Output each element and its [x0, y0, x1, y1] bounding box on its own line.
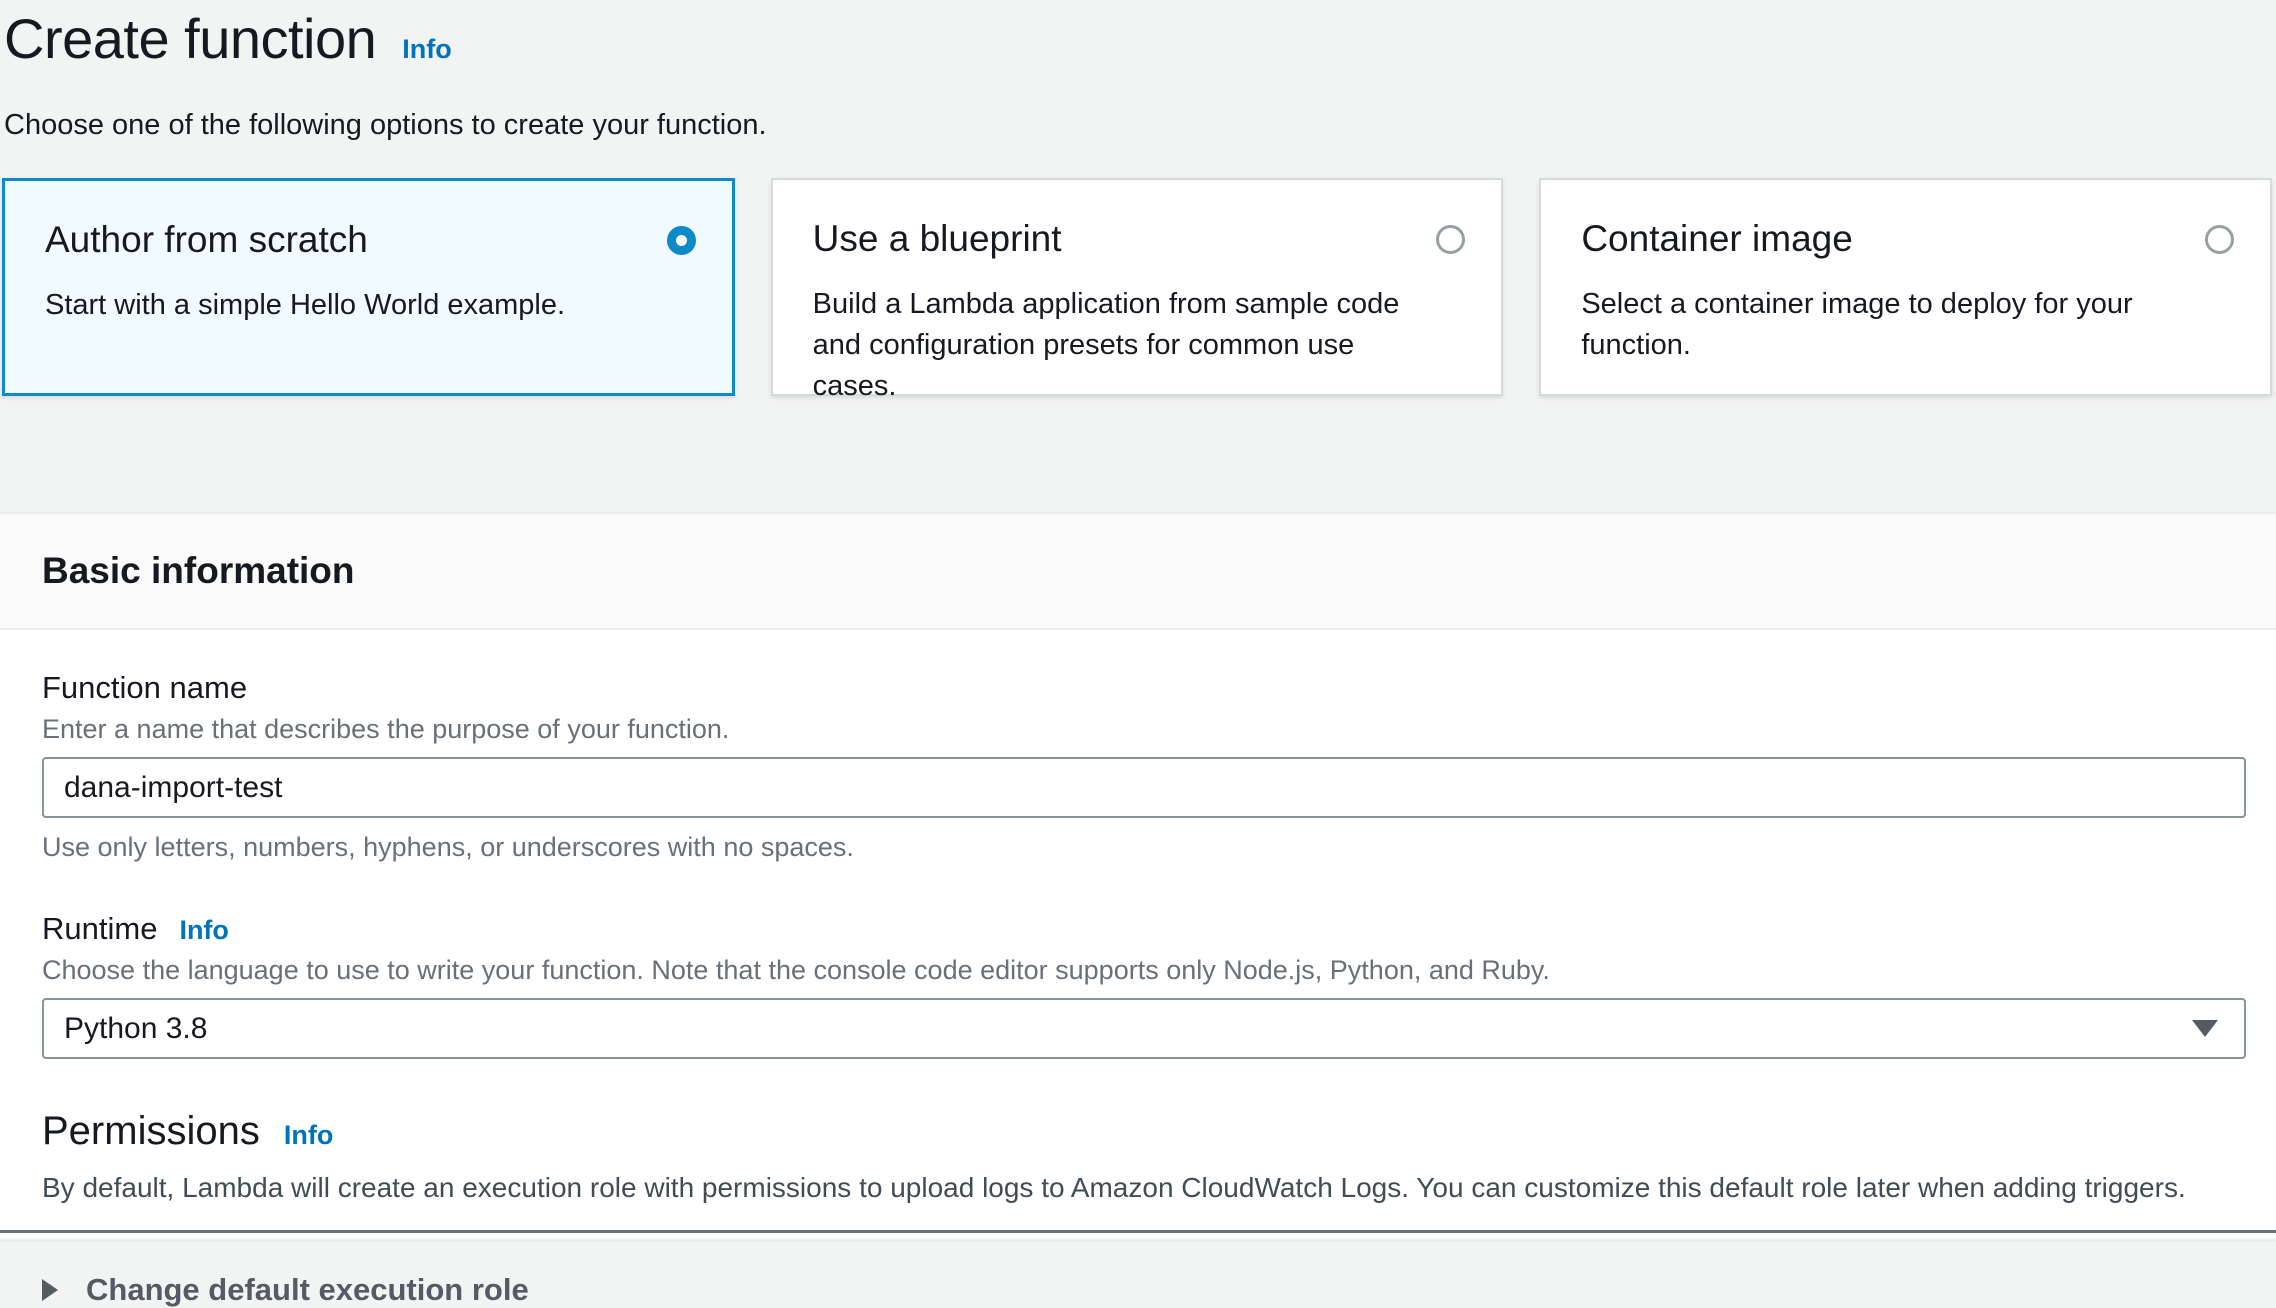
function-name-description: Enter a name that describes the purpose …: [42, 714, 2246, 745]
permissions-description: By default, Lambda will create an execut…: [42, 1172, 2246, 1204]
function-name-field-block: Function name Enter a name that describe…: [42, 670, 2246, 863]
permissions-info-link[interactable]: Info: [284, 1120, 333, 1151]
runtime-select[interactable]: Python 3.8: [42, 998, 2246, 1059]
card-container-image[interactable]: Container image Select a container image…: [1539, 178, 2272, 396]
card-description: Select a container image to deploy for y…: [1581, 284, 2234, 366]
runtime-label-row: Runtime Info: [42, 911, 2246, 947]
page-title: Create function: [4, 6, 376, 71]
permissions-header: Permissions Info: [42, 1109, 2246, 1154]
page-header: Create function Info Choose one of the f…: [0, 0, 2276, 142]
change-execution-role-expander[interactable]: Change default execution role: [42, 1242, 2246, 1308]
card-description: Start with a simple Hello World example.: [45, 285, 696, 326]
card-author-from-scratch[interactable]: Author from scratch Start with a simple …: [2, 178, 735, 396]
title-info-link[interactable]: Info: [402, 34, 451, 65]
card-top: Author from scratch: [45, 219, 696, 261]
runtime-selected-value: Python 3.8: [64, 1012, 207, 1046]
function-name-input[interactable]: [42, 757, 2246, 818]
runtime-label: Runtime: [42, 911, 157, 947]
runtime-description: Choose the language to use to write your…: [42, 955, 2246, 986]
page-subtitle: Choose one of the following options to c…: [4, 109, 2272, 142]
function-name-constraint: Use only letters, numbers, hyphens, or u…: [42, 832, 2246, 863]
basic-information-body: Function name Enter a name that describe…: [0, 630, 2276, 1238]
card-top: Container image: [1581, 218, 2234, 260]
permissions-title: Permissions: [42, 1109, 260, 1154]
basic-information-panel: Basic information Function name Enter a …: [0, 512, 2276, 1238]
radio-unchecked-icon[interactable]: [1436, 225, 1465, 254]
radio-unchecked-icon[interactable]: [2205, 225, 2234, 254]
card-title: Author from scratch: [45, 219, 368, 261]
card-title: Container image: [1581, 218, 1852, 260]
title-row: Create function Info: [4, 6, 2272, 71]
card-description: Build a Lambda application from sample c…: [813, 284, 1466, 407]
chevron-down-icon: [2192, 1020, 2218, 1037]
runtime-field-block: Runtime Info Choose the language to use …: [42, 911, 2246, 1059]
card-use-a-blueprint[interactable]: Use a blueprint Build a Lambda applicati…: [771, 178, 1504, 396]
radio-checked-icon[interactable]: [667, 226, 696, 255]
basic-information-header: Basic information: [0, 512, 2276, 630]
bottom-divider: [0, 1230, 2276, 1233]
creation-option-cards: Author from scratch Start with a simple …: [2, 178, 2272, 396]
change-execution-role-label: Change default execution role: [86, 1272, 529, 1308]
card-top: Use a blueprint: [813, 218, 1466, 260]
caret-right-icon: [42, 1279, 58, 1301]
function-name-label: Function name: [42, 670, 2246, 706]
runtime-info-link[interactable]: Info: [179, 915, 228, 946]
card-title: Use a blueprint: [813, 218, 1062, 260]
basic-information-title: Basic information: [42, 550, 355, 592]
